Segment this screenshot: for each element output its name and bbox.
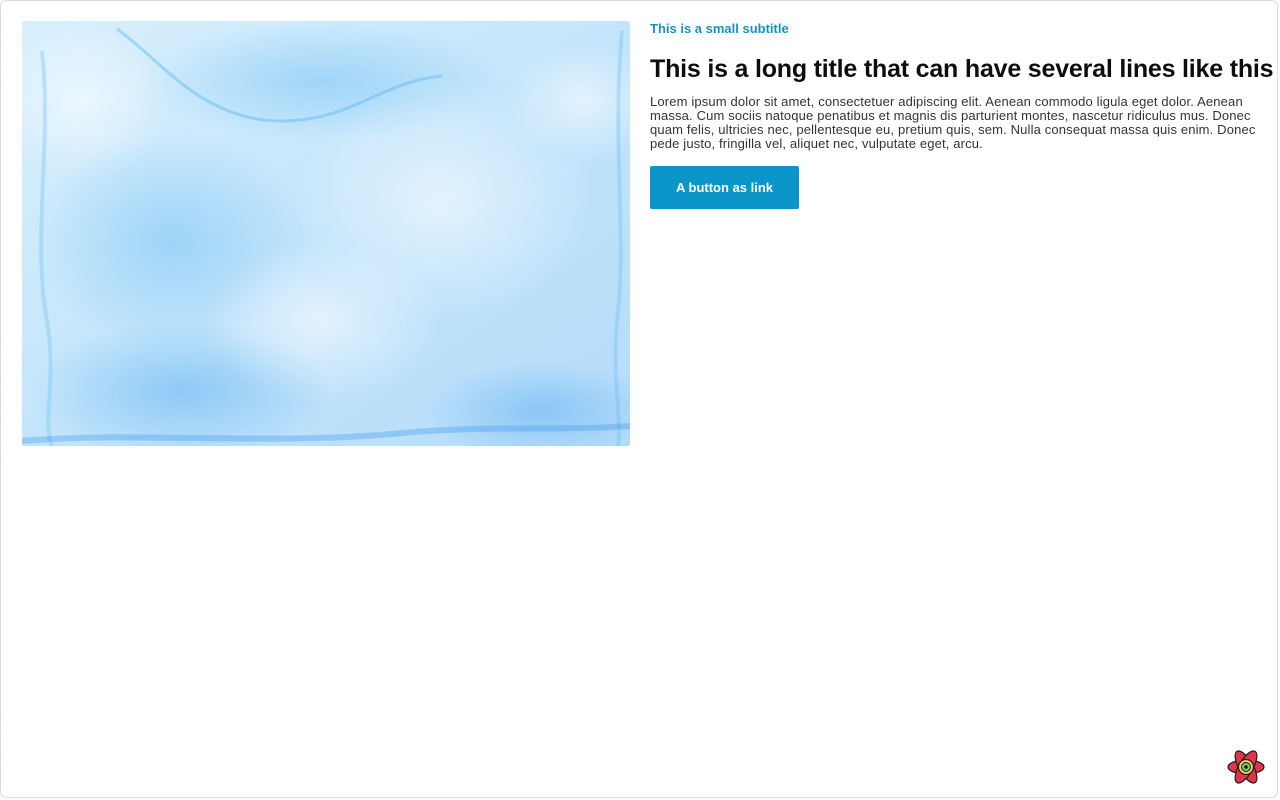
media-card: This is a small subtitle This is a long … [22, 21, 1274, 451]
card-link-button[interactable]: A button as link [650, 166, 799, 209]
frame-left-dashed-border [0, 10, 1, 790]
atom-flower-icon[interactable] [1226, 747, 1266, 787]
card-subtitle: This is a small subtitle [650, 21, 789, 36]
watercolor-texture [22, 21, 630, 446]
watercolor-image [22, 21, 630, 446]
card-content: This is a small subtitle This is a long … [650, 21, 1274, 209]
card-title: This is a long title that can have sever… [650, 55, 1274, 83]
card-description: Lorem ipsum dolor sit amet, consectetuer… [650, 94, 1256, 151]
